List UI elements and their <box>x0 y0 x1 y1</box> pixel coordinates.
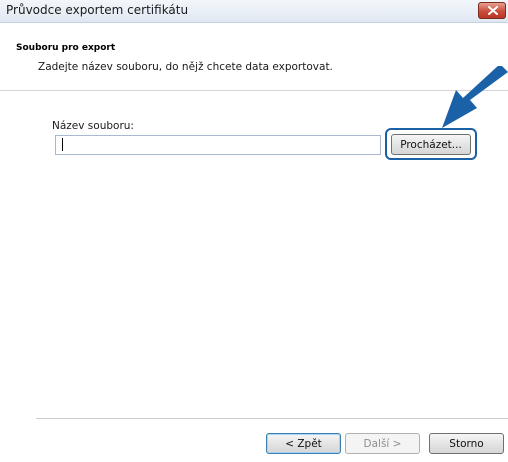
cancel-button[interactable]: Storno <box>429 433 504 454</box>
title-bar[interactable]: Průvodce exportem certifikátu <box>0 0 508 23</box>
page-title: Souboru pro export <box>16 43 116 53</box>
browse-button[interactable]: Procházet... <box>391 134 471 155</box>
next-button[interactable]: Další > <box>345 433 420 454</box>
close-icon <box>488 6 498 15</box>
export-wizard-window: Průvodce exportem certifikátu Souboru pr… <box>0 0 508 462</box>
back-button[interactable]: < Zpět <box>266 433 341 454</box>
close-button[interactable] <box>478 2 506 19</box>
file-name-input[interactable] <box>55 135 381 155</box>
wizard-header: Souboru pro export Zadejte název souboru… <box>0 23 508 89</box>
text-caret <box>62 138 63 151</box>
header-divider <box>0 90 508 91</box>
arrow-pointer-icon <box>442 66 508 128</box>
window-title: Průvodce exportem certifikátu <box>6 3 189 17</box>
footer-divider <box>36 418 508 419</box>
file-name-label: Název souboru: <box>52 120 134 132</box>
page-subtitle: Zadejte název souboru, do nějž chcete da… <box>38 61 333 73</box>
